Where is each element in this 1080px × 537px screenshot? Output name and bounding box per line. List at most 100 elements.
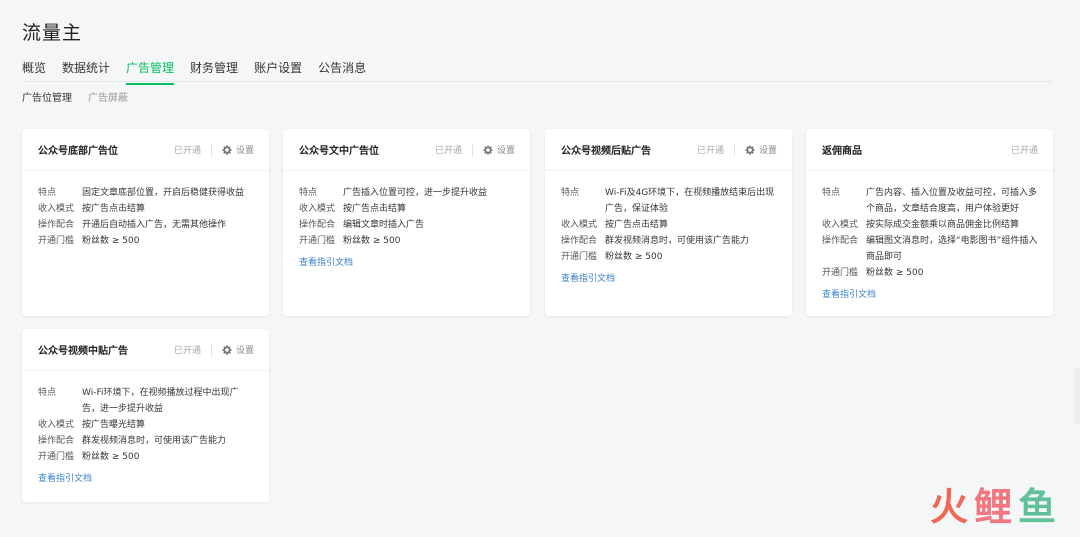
feature-key: 特点	[822, 188, 841, 198]
divider	[471, 143, 473, 156]
card-header: 公众号视频中贴广告 已开通 设置	[22, 329, 269, 371]
settings-label: 设置	[496, 146, 515, 156]
income-key: 收入模式	[561, 220, 598, 230]
income-value: 按实际成交金额乘以商品佣金比例结算	[866, 220, 1020, 230]
settings-button[interactable]: 设置	[222, 143, 254, 156]
status-label: 已开通	[173, 346, 201, 356]
header: 流量主	[22, 18, 82, 45]
feature-row: 特点 Wi-Fi及4G环境下，在视频播放结束后出现广告，保证体验	[561, 185, 778, 217]
ad-card-bottom: 公众号底部广告位 已开通 设置 特点 固定文章底部位置，开启后稳健获得收益 收入模…	[22, 129, 269, 316]
gear-icon	[483, 145, 493, 155]
card-body: 特点 固定文章底部位置，开启后稳健获得收益 收入模式 按广告点击结算 操作配合 开通后…	[22, 171, 269, 249]
doc-link[interactable]: 查看指引文档	[561, 271, 778, 284]
ad-card-rebate-goods: 返佣商品 已开通 特点 广告内容、插入位置及收益可控，可插入多个商品，文章结合度高…	[806, 129, 1053, 316]
threshold-key: 开通门槛	[38, 452, 75, 462]
watermark-char: 鲤	[973, 485, 1012, 529]
income-row: 收入模式 按广告点击结算	[561, 217, 778, 233]
ad-card-video-post-roll: 公众号视频后贴广告 已开通 设置 特点 Wi-Fi及4G环境下，在视频播放结束后出…	[545, 129, 792, 316]
operation-key: 操作配合	[561, 236, 598, 246]
threshold-row: 开通门槛 粉丝数 ≥ 500	[561, 249, 778, 265]
operation-value: 编辑文章时插入广告	[343, 220, 425, 230]
income-value: 按广告曝光结算	[82, 420, 146, 430]
operation-value: 群发视频消息时，可使用该广告能力	[82, 436, 227, 446]
watermark-char: 火	[929, 485, 968, 529]
card-title: 公众号文中广告位	[299, 146, 379, 157]
settings-label: 设置	[235, 146, 254, 156]
sub-tabs: 广告位管理 广告屏蔽	[22, 89, 128, 104]
divider	[210, 343, 212, 356]
doc-link[interactable]: 查看指引文档	[299, 255, 516, 268]
feature-value: Wi-Fi及4G环境下，在视频播放结束后出现广告，保证体验	[605, 188, 775, 214]
scrollbar[interactable]	[1074, 368, 1080, 424]
threshold-value: 粉丝数 ≥ 500	[605, 252, 663, 262]
threshold-value: 粉丝数 ≥ 500	[866, 268, 924, 278]
card-title: 公众号视频中贴广告	[38, 346, 128, 357]
income-row: 收入模式 按广告点击结算	[299, 201, 516, 217]
subtab-ad-slot-management[interactable]: 广告位管理	[22, 89, 72, 104]
feature-key: 特点	[299, 188, 318, 198]
feature-row: 特点 固定文章底部位置，开启后稳健获得收益	[38, 185, 255, 201]
card-header: 公众号底部广告位 已开通 设置	[22, 129, 269, 171]
operation-key: 操作配合	[299, 220, 336, 230]
feature-value: 广告插入位置可控，进一步提升收益	[343, 188, 488, 198]
status-label: 已开通	[1010, 146, 1038, 156]
card-header: 返佣商品 已开通	[806, 129, 1053, 171]
operation-key: 操作配合	[38, 436, 75, 446]
status-label: 已开通	[696, 146, 724, 156]
status-label: 已开通	[173, 146, 201, 156]
threshold-value: 粉丝数 ≥ 500	[343, 236, 401, 246]
settings-button[interactable]: 设置	[483, 143, 515, 156]
income-value: 按广告点击结算	[343, 204, 407, 214]
income-row: 收入模式 按广告点击结算	[38, 201, 255, 217]
feature-value: 固定文章底部位置，开启后稳健获得收益	[82, 188, 245, 198]
threshold-row: 开通门槛 粉丝数 ≥ 500	[38, 233, 255, 249]
gear-icon	[745, 145, 755, 155]
operation-row: 操作配合 群发视频消息时，可使用该广告能力	[561, 233, 778, 249]
income-value: 按广告点击结算	[605, 220, 669, 230]
feature-row: 特点 Wi-Fi环境下，在视频播放过程中出现广告，进一步提升收益	[38, 385, 255, 417]
settings-button[interactable]: 设置	[222, 343, 254, 356]
threshold-value: 粉丝数 ≥ 500	[82, 236, 140, 246]
feature-row: 特点 广告插入位置可控，进一步提升收益	[299, 185, 516, 201]
gear-icon	[222, 145, 232, 155]
card-body: 特点 广告内容、插入位置及收益可控，可插入多个商品，文章结合度高，用户体验更好 收…	[806, 171, 1053, 300]
gear-icon	[222, 345, 232, 355]
feature-value: 广告内容、插入位置及收益可控，可插入多个商品，文章结合度高，用户体验更好	[866, 188, 1038, 214]
income-value: 按广告点击结算	[82, 204, 146, 214]
app-title: 流量主	[22, 22, 83, 44]
settings-button[interactable]: 设置	[745, 143, 777, 156]
tabs-divider	[22, 81, 1052, 82]
card-body: 特点 Wi-Fi及4G环境下，在视频播放结束后出现广告，保证体验 收入模式 按广告点…	[545, 171, 792, 284]
operation-key: 操作配合	[822, 236, 859, 246]
watermark-char: 鱼	[1017, 485, 1056, 529]
threshold-row: 开通门槛 粉丝数 ≥ 500	[38, 449, 255, 465]
settings-label: 设置	[235, 346, 254, 356]
operation-row: 操作配合 编辑文章时插入广告	[299, 217, 516, 233]
income-key: 收入模式	[38, 420, 75, 430]
card-header: 公众号文中广告位 已开通 设置	[283, 129, 530, 171]
threshold-value: 粉丝数 ≥ 500	[82, 452, 140, 462]
income-row: 收入模式 按广告曝光结算	[38, 417, 255, 433]
doc-link[interactable]: 查看指引文档	[38, 471, 255, 484]
income-row: 收入模式 按实际成交金额乘以商品佣金比例结算	[822, 217, 1039, 233]
card-title: 返佣商品	[822, 146, 862, 157]
threshold-row: 开通门槛 粉丝数 ≥ 500	[822, 265, 1039, 281]
status-label: 已开通	[434, 146, 462, 156]
card-title: 公众号底部广告位	[38, 146, 118, 157]
feature-row: 特点 广告内容、插入位置及收益可控，可插入多个商品，文章结合度高，用户体验更好	[822, 185, 1039, 217]
operation-row: 操作配合 开通后自动插入广告，无需其他操作	[38, 217, 255, 233]
feature-value: Wi-Fi环境下，在视频播放过程中出现广告，进一步提升收益	[82, 388, 239, 414]
card-body: 特点 Wi-Fi环境下，在视频播放过程中出现广告，进一步提升收益 收入模式 按广告曝…	[22, 371, 269, 484]
operation-value: 群发视频消息时，可使用该广告能力	[605, 236, 750, 246]
subtab-ad-blocking[interactable]: 广告屏蔽	[88, 89, 128, 104]
divider	[733, 143, 735, 156]
ad-card-video-mid-roll: 公众号视频中贴广告 已开通 设置 特点 Wi-Fi环境下，在视频播放过程中出现广告…	[22, 329, 269, 502]
watermark-logo: 火 鲤 鱼	[930, 476, 1056, 531]
card-title: 公众号视频后贴广告	[561, 146, 651, 157]
card-header: 公众号视频后贴广告 已开通 设置	[545, 129, 792, 171]
feature-key: 特点	[38, 388, 57, 398]
operation-value: 开通后自动插入广告，无需其他操作	[82, 220, 227, 230]
income-key: 收入模式	[38, 204, 75, 214]
doc-link[interactable]: 查看指引文档	[822, 287, 1039, 300]
threshold-key: 开通门槛	[822, 268, 859, 278]
